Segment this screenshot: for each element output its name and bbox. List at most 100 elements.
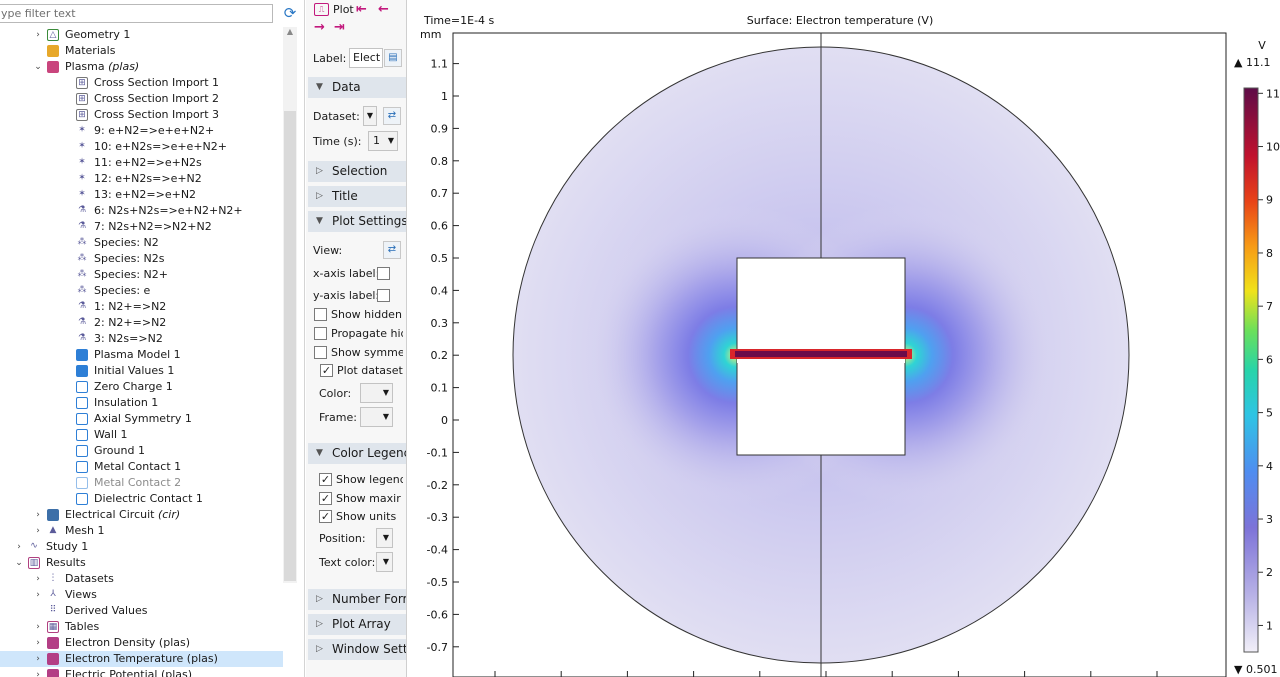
label-field[interactable]: Elect — [349, 48, 383, 68]
tree-item[interactable]: ⌄ ▥ Results — [0, 555, 283, 571]
tree-item[interactable]: ⠿ Derived Values — [0, 603, 283, 619]
tree-item[interactable]: › ▦ Tables — [0, 619, 283, 635]
tree-item[interactable]: ⚗ 3: N2s=>N2 — [0, 331, 283, 347]
tree-item[interactable]: ✶ 12: e+N2s=>e+N2 — [0, 171, 283, 187]
tree-item[interactable]: Metal Contact 1 — [0, 459, 283, 475]
boundary-feature-icon — [76, 493, 88, 505]
show-legends-checkbox[interactable]: ✓ — [319, 473, 332, 486]
plot-last-icon[interactable]: ⇥ — [334, 21, 345, 34]
plot-button-label[interactable]: Plot — [333, 3, 354, 16]
plot-dataset-edges-checkbox[interactable]: ✓ — [320, 364, 333, 377]
plot-first-icon[interactable]: ⇤ — [356, 3, 367, 16]
tree-item[interactable]: ⁂ Species: N2 — [0, 235, 283, 251]
tree-item[interactable]: Axial Symmetry 1 — [0, 411, 283, 427]
tree-item[interactable]: › △ Geometry 1 — [0, 27, 283, 43]
tree-item[interactable]: ✶ 9: e+N2=>e+e+N2+ — [0, 123, 283, 139]
expand-icon[interactable]: › — [33, 619, 43, 635]
section-selection[interactable]: ▷ Selection — [308, 161, 406, 182]
section-number-format[interactable]: ▷ Number Forr — [308, 589, 406, 610]
scrollbar-thumb[interactable] — [284, 111, 296, 581]
section-data[interactable]: ▼ Data — [308, 77, 406, 98]
tree-item[interactable]: ✶ 11: e+N2=>e+N2s — [0, 155, 283, 171]
filter-input[interactable] — [0, 4, 273, 23]
tree-item[interactable]: Wall 1 — [0, 427, 283, 443]
surface-plot[interactable]: Time=1E-4 s Surface: Electron temperatur… — [408, 0, 1280, 677]
tree-item[interactable]: › ⋮ Datasets — [0, 571, 283, 587]
show-hidden-checkbox[interactable] — [314, 308, 327, 321]
dataset-goto-icon[interactable]: ⇄ — [383, 107, 401, 125]
tree-item[interactable]: ⚗ 1: N2+=>N2 — [0, 299, 283, 315]
tree-item[interactable]: ⊞ Cross Section Import 1 — [0, 75, 283, 91]
section-plot-settings[interactable]: ▼ Plot Settings — [308, 211, 406, 232]
expand-icon[interactable]: › — [33, 667, 43, 677]
tree-item[interactable]: ✶ 13: e+N2=>e+N2 — [0, 187, 283, 203]
tree-item[interactable]: ⁂ Species: N2s — [0, 251, 283, 267]
plot-next-icon[interactable]: → — [314, 21, 325, 34]
tree-item[interactable]: › ∿ Study 1 — [0, 539, 283, 555]
tree-item[interactable]: ⊞ Cross Section Import 3 — [0, 107, 283, 123]
tree-item[interactable]: Zero Charge 1 — [0, 379, 283, 395]
collapse-icon[interactable]: ⌄ — [33, 59, 43, 75]
tree-item[interactable]: ⁂ Species: N2+ — [0, 267, 283, 283]
tree-item[interactable]: Ground 1 — [0, 443, 283, 459]
tree-item[interactable]: Initial Values 1 — [0, 363, 283, 379]
expand-icon[interactable]: › — [33, 587, 43, 603]
collapse-icon[interactable]: ⌄ — [14, 555, 24, 571]
show-symmetry-checkbox[interactable] — [314, 346, 327, 359]
expand-icon[interactable]: › — [33, 635, 43, 651]
tree-item[interactable]: ✶ 10: e+N2s=>e+e+N2+ — [0, 139, 283, 155]
refresh-icon[interactable]: ⟳ — [280, 4, 300, 24]
tree-item-label: Insulation 1 — [94, 395, 158, 411]
frame-select[interactable]: ▼ — [360, 407, 393, 427]
text-color-select[interactable]: ▼ — [376, 552, 393, 572]
time-select[interactable]: 1 ▼ — [368, 131, 398, 151]
tree-item[interactable]: Materials — [0, 43, 283, 59]
plot-icon[interactable]: ⎍ — [314, 3, 329, 16]
time-label: Time (s): — [313, 135, 362, 148]
plot-previous-icon[interactable]: ← — [378, 3, 389, 16]
section-window-settings[interactable]: ▷ Window Setti — [308, 639, 406, 660]
label-edit-icon[interactable]: ▤ — [384, 49, 402, 67]
tree-item[interactable]: › Electrical Circuit (cir) — [0, 507, 283, 523]
expand-icon[interactable]: › — [33, 571, 43, 587]
tree-item[interactable]: › Electric Potential (plas) — [0, 667, 283, 677]
show-units-checkbox[interactable]: ✓ — [319, 510, 332, 523]
expand-icon[interactable]: › — [33, 507, 43, 523]
tree-item[interactable]: ⚗ 6: N2s+N2s=>e+N2+N2+ — [0, 203, 283, 219]
tree-item[interactable]: Metal Contact 2 — [0, 475, 283, 491]
tree-item[interactable]: Plasma Model 1 — [0, 347, 283, 363]
tree-scrollbar[interactable]: ▲ — [283, 27, 297, 583]
tree-item[interactable]: ⚗ 7: N2s+N2=>N2+N2 — [0, 219, 283, 235]
section-color-legend[interactable]: ▼ Color Legenc — [308, 443, 406, 464]
tree-item[interactable]: ⌄ Plasma (plas) — [0, 59, 283, 75]
tree-item-text: Insulation 1 — [94, 396, 159, 409]
yaxis-checkbox[interactable] — [377, 289, 390, 302]
tree-item[interactable]: ⁂ Species: e — [0, 283, 283, 299]
xaxis-checkbox[interactable] — [377, 267, 390, 280]
reaction-icon: ✶ — [76, 141, 88, 153]
expand-icon[interactable]: › — [14, 539, 24, 555]
expand-icon[interactable]: › — [33, 27, 43, 43]
tree-item[interactable]: Insulation 1 — [0, 395, 283, 411]
tree-item[interactable]: › ⅄ Views — [0, 587, 283, 603]
tree-item-label: Cross Section Import 2 — [94, 91, 219, 107]
tree-item[interactable]: ⊞ Cross Section Import 2 — [0, 91, 283, 107]
graphics-window[interactable]: Time=1E-4 s Surface: Electron temperatur… — [408, 0, 1280, 677]
section-title[interactable]: ▷ Title — [308, 186, 406, 207]
tree-item[interactable]: › Electron Temperature (plas) — [0, 651, 283, 667]
legend-tick-label: 1 — [1266, 619, 1273, 632]
tree-item[interactable]: Dielectric Contact 1 — [0, 491, 283, 507]
section-plot-array[interactable]: ▷ Plot Array — [308, 614, 406, 635]
show-maxmin-checkbox[interactable]: ✓ — [319, 492, 332, 505]
expand-icon[interactable]: › — [33, 651, 43, 667]
scroll-up-icon[interactable]: ▲ — [283, 27, 297, 39]
view-goto-icon[interactable]: ⇄ — [383, 241, 401, 259]
position-select[interactable]: ▼ — [376, 528, 393, 548]
propagate-hiding-checkbox[interactable] — [314, 327, 327, 340]
expand-icon[interactable]: › — [33, 523, 43, 539]
tree-item[interactable]: › Electron Density (plas) — [0, 635, 283, 651]
tree-item[interactable]: ⚗ 2: N2+=>N2 — [0, 315, 283, 331]
tree-item[interactable]: › ▲ Mesh 1 — [0, 523, 283, 539]
dataset-select[interactable]: ▼ — [363, 106, 377, 126]
color-select[interactable]: ▼ — [360, 383, 393, 403]
